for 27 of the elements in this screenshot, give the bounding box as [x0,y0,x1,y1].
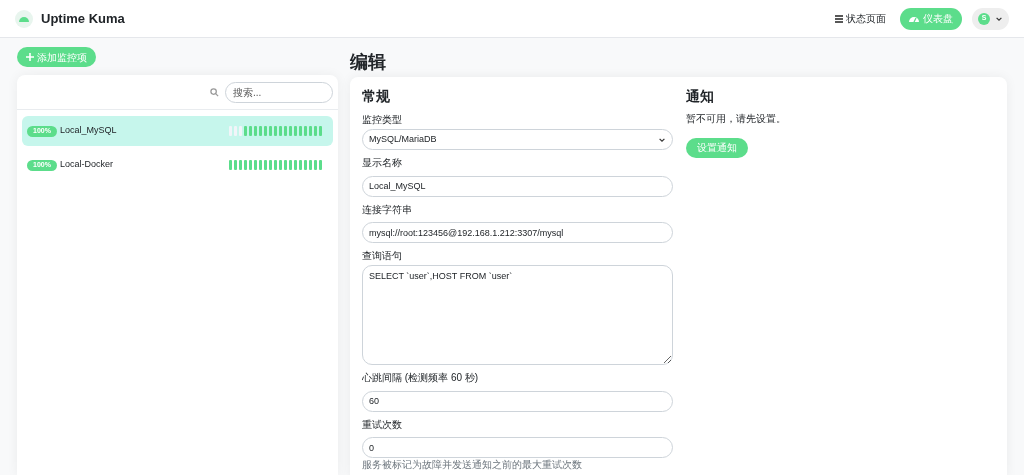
section-heading: 常规 [362,87,391,106]
input-field[interactable]: mysql://root:123456@192.168.1.212:3307/mysql [362,222,673,243]
input-field[interactable]: Local_MySQL [362,175,673,197]
input-field[interactable]: 60 [362,390,673,412]
field-label: 查询语句 [362,250,403,262]
gauge-icon [909,14,919,23]
monitor-name: Local_MySQL [59,124,117,138]
plus-icon [26,53,34,61]
field-hint: 服务被标记为故障并发送通知之前的最大重试次数 [362,459,583,471]
field-label: 重试次数 [362,418,403,431]
search-field[interactable]: 搜索... [225,81,333,103]
field-label: 心跳间隔 (检测频率 60 秒) [362,372,480,384]
field-label: 连接字符串 [362,203,413,216]
input-field[interactable]: 0 [362,437,673,458]
list-icon [835,14,843,23]
monitor-name: Local-Docker [59,158,113,172]
notification-message: 暂不可用，请先设置。 [686,112,786,126]
status-page-link[interactable]: 状态页面 [835,11,886,26]
field-label: 显示名称 [362,157,403,169]
field-label: 监控类型 [362,114,403,126]
page-title: 编辑 [350,51,387,74]
brand-name: Uptime Kuma [41,9,125,28]
monitor-type-select[interactable]: MySQL/MariaDB [362,129,673,150]
search-icon [210,87,219,97]
logo-icon [15,9,33,28]
query-textarea[interactable]: SELECT `user`,HOST FROM `user` [362,265,673,365]
section-heading: 通知 [686,87,715,106]
